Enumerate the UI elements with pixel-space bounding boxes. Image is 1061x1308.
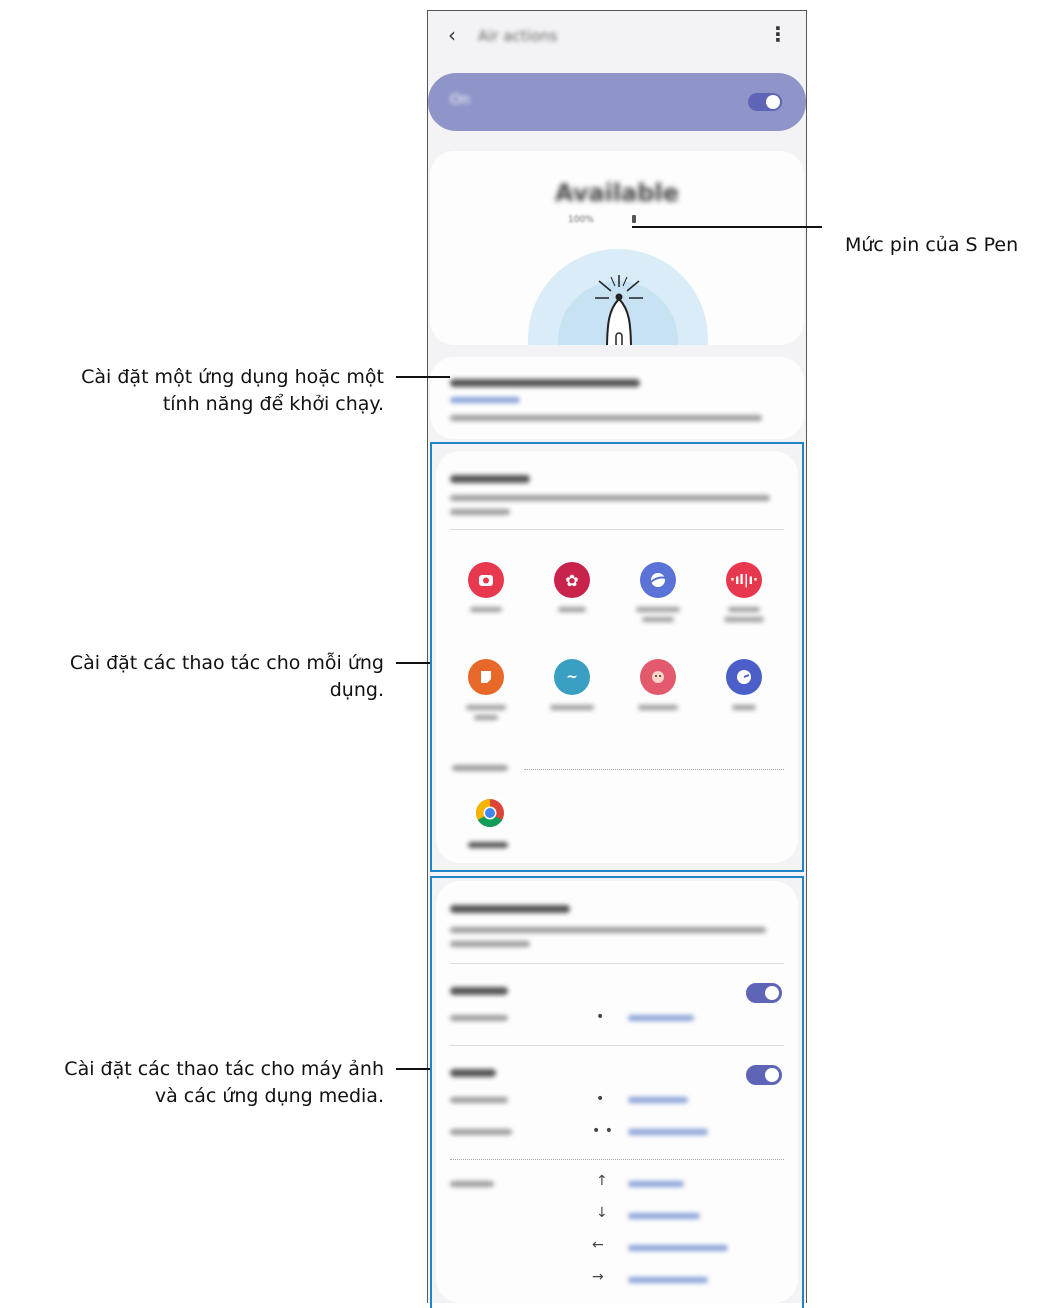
apps-leader-line xyxy=(396,662,430,664)
hold-down-title xyxy=(450,379,640,387)
camera-callout-line2: và các ứng dụng media. xyxy=(154,1085,384,1107)
hold-down-description xyxy=(450,415,762,421)
hold-down-value xyxy=(450,397,520,403)
more-options-icon[interactable]: ⋮ xyxy=(768,22,788,46)
launch-callout: Cài đặt một ứng dụng hoặc một tính năng … xyxy=(81,364,384,418)
battery-level: 100% xyxy=(568,215,594,225)
launch-callout-line1: Cài đặt một ứng dụng hoặc một xyxy=(81,366,384,388)
back-icon[interactable]: ‹ xyxy=(448,23,456,47)
apps-callout: Cài đặt các thao tác cho mỗi ứng dụng. xyxy=(70,650,384,704)
app-actions-highlight xyxy=(430,442,804,872)
camera-leader-line xyxy=(396,1068,430,1070)
spen-icon xyxy=(595,275,643,345)
launch-callout-line2: tính năng để khởi chạy. xyxy=(162,393,384,415)
general-controls-highlight xyxy=(430,876,804,1308)
spen-status-title: Available xyxy=(555,179,679,207)
battery-icon xyxy=(632,215,636,223)
apps-callout-line1: Cài đặt các thao tác cho mỗi ứng xyxy=(69,652,384,674)
master-switch-label: On xyxy=(450,92,470,108)
spen-status-card: Available 100% xyxy=(430,151,804,345)
master-toggle[interactable] xyxy=(748,93,782,111)
hold-down-setting[interactable] xyxy=(430,357,804,439)
camera-callout: Cài đặt các thao tác cho máy ảnh và các … xyxy=(64,1056,384,1110)
battery-callout: Mức pin của S Pen xyxy=(845,234,1019,256)
apps-callout-line2: dụng. xyxy=(329,679,384,701)
master-switch-bar[interactable]: On xyxy=(428,73,806,131)
battery-leader-line xyxy=(632,226,822,228)
launch-leader-line xyxy=(396,376,450,378)
top-bar: ‹ Air actions ⋮ xyxy=(428,11,806,63)
camera-callout-line1: Cài đặt các thao tác cho máy ảnh xyxy=(64,1058,384,1080)
page-title: Air actions xyxy=(478,27,558,45)
